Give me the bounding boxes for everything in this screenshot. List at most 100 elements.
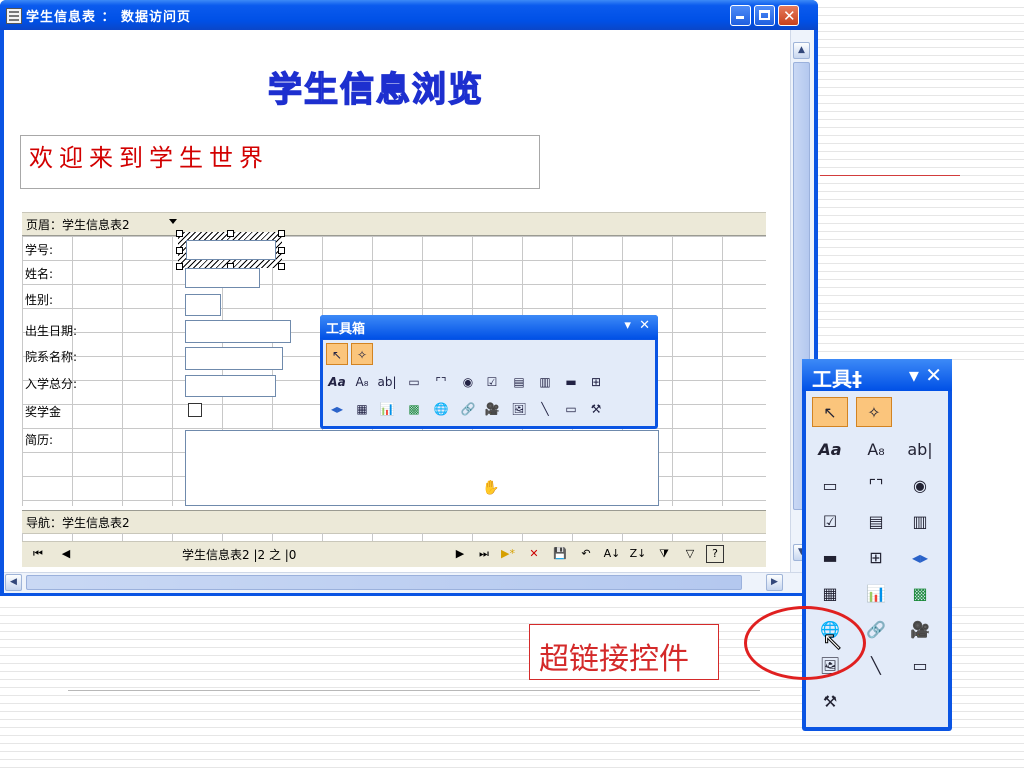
horizontal-scroll-thumb[interactable] [26, 575, 742, 590]
mouse-pointer-icon: ↖ [822, 627, 845, 658]
horizontal-scrollbar[interactable]: ◀ ▶ [4, 572, 813, 593]
scrolling-text-tool-icon[interactable]: ▭ [403, 371, 425, 393]
toolbox-titlebar[interactable]: 工具箱 ▾ ✕ [320, 315, 658, 339]
minimize-button[interactable] [730, 5, 751, 26]
resize-handle[interactable] [176, 247, 183, 254]
expand-tool-icon[interactable]: ⊞ [585, 371, 607, 393]
list-box-tool-icon[interactable]: ▥ [902, 507, 938, 537]
checkbox-tool-icon[interactable]: ☑ [812, 507, 848, 537]
department-field[interactable] [185, 347, 283, 370]
textbox-tool-icon[interactable]: ab| [376, 371, 398, 393]
office-spreadsheet-tool-icon[interactable]: ▩ [403, 398, 425, 420]
control-wizard-icon[interactable]: ✧ [351, 343, 373, 365]
filter-by-selection-icon[interactable]: ⧩ [654, 545, 674, 563]
field-label-scholarship: 奖学金 [25, 405, 62, 419]
expand-tool-icon[interactable]: ⊞ [858, 543, 894, 573]
vertical-toolbox-title: 工具‡ [812, 367, 862, 391]
sort-ascending-icon[interactable]: A↓ [602, 545, 622, 563]
nav-section-bar[interactable]: 导航：学生信息表2 [22, 510, 766, 534]
scroll-up-button[interactable]: ▲ [793, 42, 810, 59]
image-hyperlink-tool-icon[interactable]: 🔗 [457, 398, 479, 420]
record-position-text: 学生信息表2 |2 之 |0 [182, 548, 297, 562]
scrolling-text-tool-icon[interactable]: ▭ [812, 471, 848, 501]
label-tool-icon[interactable]: Aa [812, 435, 848, 465]
scroll-left-button[interactable]: ◀ [5, 574, 22, 591]
header-section-bar[interactable]: 页眉：学生信息表2 [22, 212, 766, 236]
rectangle-tool-icon[interactable]: ▭ [560, 398, 582, 420]
resize-handle[interactable] [227, 230, 234, 237]
movie-tool-icon[interactable]: 🎥 [902, 615, 938, 645]
hand-cursor-icon: ✋ [482, 480, 500, 496]
name-field[interactable] [185, 268, 260, 288]
maximize-button[interactable] [754, 5, 775, 26]
textbox-tool-icon[interactable]: ab| [902, 435, 938, 465]
resize-handle[interactable] [176, 263, 183, 270]
first-record-icon[interactable]: ⏮ [28, 545, 48, 563]
more-controls-icon[interactable]: ⚒ [585, 398, 607, 420]
resize-handle[interactable] [278, 263, 285, 270]
office-pivottable-tool-icon[interactable]: ▦ [351, 398, 373, 420]
scholarship-checkbox[interactable] [188, 403, 202, 417]
help-icon[interactable]: ? [706, 545, 724, 563]
delete-record-icon[interactable]: ✕ [524, 545, 544, 563]
option-button-tool-icon[interactable]: ◉ [457, 371, 479, 393]
line-tool-icon[interactable]: ╲ [858, 651, 894, 681]
resume-field[interactable] [185, 430, 659, 506]
gender-field[interactable] [185, 294, 221, 316]
undo-icon[interactable]: ↶ [576, 545, 596, 563]
sort-descending-icon[interactable]: Z↓ [628, 545, 648, 563]
nav-section-label: 导航：学生信息表2 [26, 516, 130, 530]
birthdate-field[interactable] [185, 320, 291, 343]
resize-handle[interactable] [278, 247, 285, 254]
bound-html-tool-icon[interactable]: A₈ [858, 435, 894, 465]
nav-section-grid [22, 533, 766, 541]
movie-tool-icon[interactable]: 🎥 [481, 398, 503, 420]
office-spreadsheet-tool-icon[interactable]: ▩ [902, 579, 938, 609]
field-label-student-id: 学号: [25, 243, 54, 257]
office-chart-tool-icon[interactable]: 📊 [858, 579, 894, 609]
option-button-tool-icon[interactable]: ◉ [902, 471, 938, 501]
command-button-tool-icon[interactable]: ▬ [812, 543, 848, 573]
dropdown-list-tool-icon[interactable]: ▤ [858, 507, 894, 537]
list-box-tool-icon[interactable]: ▥ [534, 371, 556, 393]
chevron-down-icon[interactable] [169, 219, 177, 224]
resize-handle[interactable] [278, 230, 285, 237]
student-id-field[interactable] [186, 240, 276, 260]
previous-record-icon[interactable]: ◀ [56, 545, 76, 563]
new-record-icon[interactable]: ▶* [498, 545, 518, 563]
last-record-icon[interactable]: ⏭ [474, 545, 494, 563]
dropdown-list-tool-icon[interactable]: ▤ [508, 371, 530, 393]
label-tool-icon[interactable]: Aa [326, 371, 348, 393]
welcome-textbox[interactable]: 欢迎来到学生世界 [20, 135, 540, 189]
vertical-toolbox-controls[interactable]: ▾ ✕ [909, 363, 942, 387]
next-record-icon[interactable]: ▶ [450, 545, 470, 563]
option-group-tool-icon[interactable]: ⌜⌝ [858, 471, 894, 501]
more-controls-icon[interactable]: ⚒ [812, 687, 848, 717]
resize-handle[interactable] [176, 230, 183, 237]
save-record-icon[interactable]: 💾 [550, 545, 570, 563]
field-label-birthdate: 出生日期: [25, 324, 78, 338]
hyperlink-tool-icon[interactable]: 🌐 [430, 398, 452, 420]
checkbox-tool-icon[interactable]: ☑ [481, 371, 503, 393]
rectangle-tool-icon[interactable]: ▭ [902, 651, 938, 681]
control-wizard-icon[interactable]: ✧ [856, 397, 892, 427]
toolbox-controls[interactable]: ▾ ✕ [624, 318, 650, 333]
field-label-entrance-score: 入学总分: [25, 377, 78, 391]
toggle-filter-icon[interactable]: ▽ [680, 545, 700, 563]
option-group-tool-icon[interactable]: ⌜⌝ [430, 371, 452, 393]
entrance-score-field[interactable] [185, 375, 276, 397]
bound-html-tool-icon[interactable]: A₈ [351, 371, 373, 393]
pointer-tool-icon[interactable]: ↖ [812, 397, 848, 427]
line-tool-icon[interactable]: ╲ [534, 398, 556, 420]
pointer-tool-icon[interactable]: ↖ [326, 343, 348, 365]
scroll-right-button[interactable]: ▶ [766, 574, 783, 591]
vertical-toolbox-titlebar[interactable]: 工具‡ ▾ ✕ [802, 359, 952, 391]
window-titlebar[interactable]: 学生信息表 ： 数据访问页 ✕ [0, 0, 818, 30]
office-chart-tool-icon[interactable]: 📊 [376, 398, 398, 420]
office-pivottable-tool-icon[interactable]: ▦ [812, 579, 848, 609]
command-button-tool-icon[interactable]: ▬ [560, 371, 582, 393]
record-navigation-tool-icon[interactable]: ◂▸ [902, 543, 938, 573]
image-tool-icon[interactable]: 🖼 [508, 398, 530, 420]
close-button[interactable]: ✕ [778, 5, 799, 26]
record-navigation-tool-icon[interactable]: ◂▸ [326, 398, 348, 420]
